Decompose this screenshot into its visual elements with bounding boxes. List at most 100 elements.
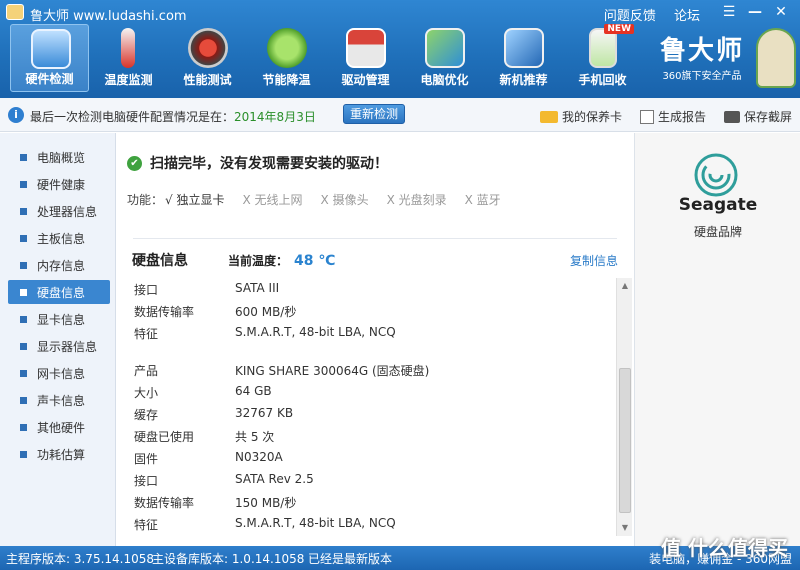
info-value: 600 MB/秒: [235, 305, 297, 319]
bullet-icon: [20, 207, 27, 215]
title-bar: 鲁大师 www.ludashi.com 问题反馈 论坛 ☰ — ✕: [0, 0, 800, 24]
info-key: 产品: [134, 364, 159, 378]
info-value: S.M.A.R.T, 48-bit LBA, NCQ: [235, 325, 396, 339]
sidebar-item-label: 电脑概览: [37, 150, 86, 165]
top-banner: 鲁大师 www.ludashi.com 问题反馈 论坛 ☰ — ✕ 硬件检测 温…: [0, 0, 800, 98]
scroll-up-icon[interactable]: ▲: [617, 278, 633, 294]
nav-pc-optimize[interactable]: 电脑优化: [405, 24, 484, 92]
info-row: 接口 SATA Rev 2.5: [133, 468, 603, 490]
nav-label: 性能测试: [183, 73, 232, 87]
nav-temperature[interactable]: 温度监测: [89, 24, 168, 92]
sidebar-item-label: 其他硬件: [37, 420, 86, 435]
tool-label: 保存截屏: [743, 110, 792, 124]
info-row: 特征 S.M.A.R.T, 48-bit LBA, NCQ: [133, 321, 603, 343]
info-key: 数据传输率: [134, 496, 195, 510]
bullet-icon: [20, 342, 27, 350]
maintenance-card-link[interactable]: 我的保养卡: [539, 108, 622, 125]
sidebar-item-memory[interactable]: 内存信息: [8, 253, 110, 277]
scrollbar-thumb[interactable]: [619, 368, 631, 513]
sidebar-item-label: 主板信息: [37, 231, 86, 246]
sidebar-item-label: 内存信息: [37, 258, 86, 273]
nav-driver-manage[interactable]: 驱动管理: [326, 24, 405, 92]
nav-energy-saving[interactable]: 节能降温: [247, 24, 326, 92]
info-value: 共 5 次: [235, 430, 275, 444]
close-button[interactable]: ✕: [768, 2, 794, 22]
copy-info-link[interactable]: 复制信息: [570, 252, 618, 269]
sidebar-item-other[interactable]: 其他硬件: [8, 415, 110, 439]
info-row: 硬盘已使用 共 5 次: [133, 424, 603, 446]
info-key: 接口: [134, 474, 159, 488]
generate-report-link[interactable]: 生成报告: [639, 108, 706, 125]
title-links: 问题反馈 论坛: [590, 5, 700, 24]
temperature-value: 48 ℃: [294, 253, 336, 269]
sidebar-item-power[interactable]: 功耗估算: [8, 442, 110, 466]
watermark: 值 什么值得买: [661, 536, 788, 560]
sidebar-item-label: 硬盘信息: [37, 285, 86, 300]
brand-block: 鲁大师 360旗下安全产品: [660, 30, 744, 82]
feature-item: X 蓝牙: [464, 193, 501, 207]
feature-item: X 无线上网: [242, 193, 303, 207]
sidebar-item-motherboard[interactable]: 主板信息: [8, 226, 110, 250]
info-value: 150 MB/秒: [235, 496, 297, 510]
sidebar-item-monitor[interactable]: 显示器信息: [8, 334, 110, 358]
sidebar-item-health[interactable]: 硬件健康: [8, 172, 110, 196]
optimize-monitor-icon: [425, 28, 465, 68]
camera-icon: [723, 110, 740, 123]
info-key: 硬盘已使用: [134, 430, 195, 444]
nav-phone-recycle[interactable]: NEW 手机回收: [563, 24, 642, 92]
feature-list: 功能： √ 独立显卡 X 无线上网 X 摄像头 X 光盘刻录 X 蓝牙: [127, 191, 501, 208]
sidebar-item-cpu[interactable]: 处理器信息: [8, 199, 110, 223]
scroll-down-icon[interactable]: ▼: [617, 520, 633, 536]
bullet-icon: [20, 396, 27, 404]
nav-label: 手机回收: [578, 73, 627, 87]
sidebar-item-label: 显卡信息: [37, 312, 86, 327]
bullet-icon: [20, 261, 27, 269]
info-value: SATA III: [235, 281, 280, 295]
nav-performance[interactable]: 性能测试: [168, 24, 247, 92]
save-screenshot-link[interactable]: 保存截屏: [723, 108, 792, 125]
app-logo-icon: [6, 4, 24, 20]
info-key: 缓存: [134, 408, 159, 422]
info-value: 64 GB: [235, 384, 272, 398]
sidebar-item-label: 硬件健康: [37, 177, 86, 192]
forum-link[interactable]: 论坛: [674, 9, 700, 24]
disk-brand-name: Seagate: [678, 195, 758, 215]
info-row: 数据传输率 150 MB/秒: [133, 490, 603, 512]
info-key: 特征: [134, 327, 159, 341]
info-bar: i 最后一次检测电脑硬件配置情况是在：2014年8月3日 重新检测 我的保养卡 …: [0, 98, 800, 132]
vip-card-icon: [539, 110, 558, 123]
disk-panel-header: 硬盘信息 当前温度： 48 ℃: [132, 250, 335, 270]
sidebar-item-overview[interactable]: 电脑概览: [8, 145, 110, 169]
sidebar-item-gpu[interactable]: 显卡信息: [8, 307, 110, 331]
sidebar-item-disk[interactable]: 硬盘信息: [8, 280, 110, 304]
new-pc-icon: [504, 28, 544, 68]
feature-item: X 摄像头: [320, 193, 369, 207]
sidebar-item-network[interactable]: 网卡信息: [8, 361, 110, 385]
phone-recycle-icon: [589, 28, 617, 68]
sidebar-item-label: 处理器信息: [37, 204, 98, 219]
divider: [133, 238, 617, 239]
info-key: 固件: [134, 452, 159, 466]
redetect-button[interactable]: 重新检测: [343, 104, 405, 124]
menu-icon[interactable]: ☰: [716, 2, 742, 22]
tool-label: 我的保养卡: [561, 110, 622, 124]
minimize-button[interactable]: —: [742, 2, 768, 22]
monitor-magnifier-icon: [31, 29, 71, 69]
nav-new-pc[interactable]: 新机推荐: [484, 24, 563, 92]
brand-panel: Seagate 硬盘品牌: [634, 133, 800, 546]
nav-hardware-detect[interactable]: 硬件检测: [10, 24, 89, 92]
update-status: 已经是最新版本: [308, 552, 393, 566]
vertical-scrollbar[interactable]: ▲ ▼: [616, 278, 632, 536]
speedometer-icon: [188, 28, 228, 68]
info-row: 固件 N0320A: [133, 446, 603, 468]
sidebar-item-label: 功耗估算: [37, 447, 86, 462]
sidebar-item-sound[interactable]: 声卡信息: [8, 388, 110, 412]
disk-brand-label: 硬盘品牌: [693, 225, 742, 239]
bullet-icon: [20, 234, 27, 242]
thermometer-icon: [121, 28, 135, 68]
info-key: 数据传输率: [134, 305, 195, 319]
nav-label: 电脑优化: [420, 73, 469, 87]
bullet-icon: [20, 180, 27, 188]
info-value: SATA Rev 2.5: [235, 472, 314, 486]
feedback-link[interactable]: 问题反馈: [604, 9, 656, 24]
